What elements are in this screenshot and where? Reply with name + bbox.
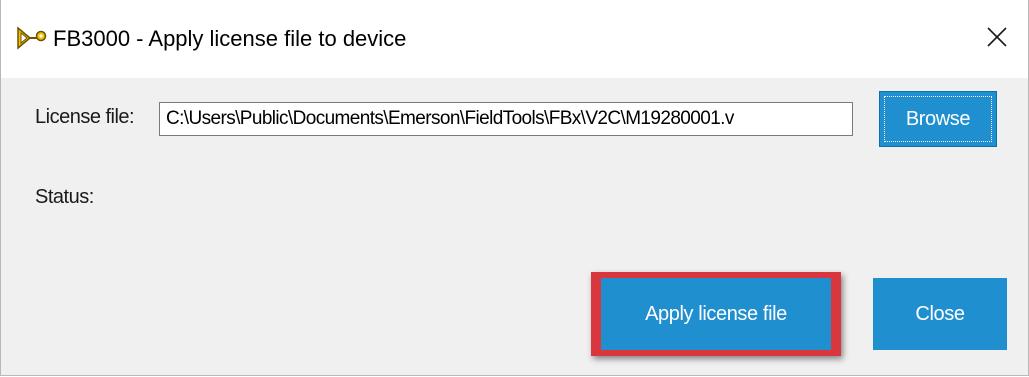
window-title: FB3000 - Apply license file to device xyxy=(53,26,407,51)
browse-button-label: Browse xyxy=(905,107,971,130)
close-icon[interactable] xyxy=(980,20,1014,54)
close-button[interactable]: Close xyxy=(873,278,1007,350)
title-bar[interactable]: FB3000 - Apply license file to device xyxy=(1,0,1028,78)
license-file-label: License file: xyxy=(35,106,135,128)
status-label: Status: xyxy=(35,186,94,208)
license-file-input[interactable] xyxy=(159,102,853,136)
key-icon xyxy=(17,26,47,50)
apply-button-label: Apply license file xyxy=(645,302,787,325)
close-button-label: Close xyxy=(915,302,965,325)
apply-license-dialog: FB3000 - Apply license file to device Li… xyxy=(0,0,1029,376)
browse-button[interactable]: Browse xyxy=(879,91,997,147)
apply-license-file-button[interactable]: Apply license file xyxy=(601,278,831,350)
